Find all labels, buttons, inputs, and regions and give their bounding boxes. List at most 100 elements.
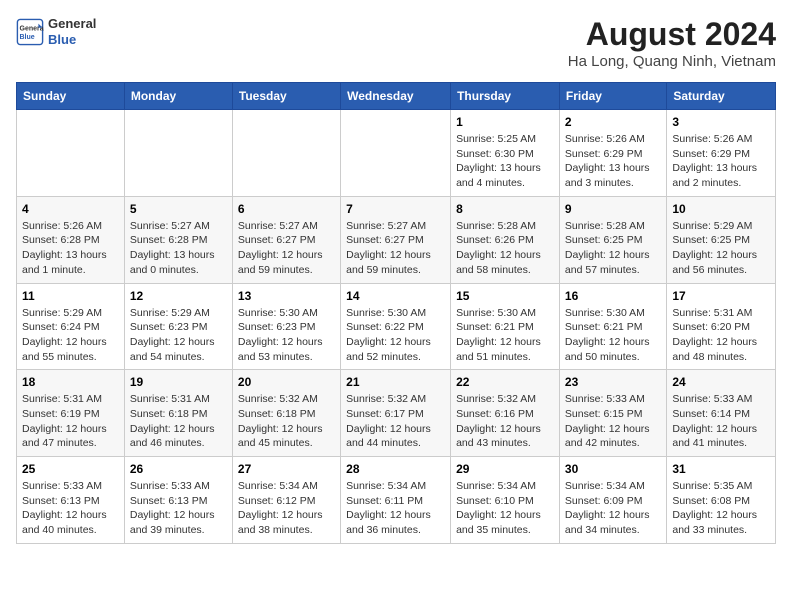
day-number: 28 — [346, 462, 445, 476]
calendar-cell: 28Sunrise: 5:34 AM Sunset: 6:11 PM Dayli… — [341, 457, 451, 544]
calendar-cell: 16Sunrise: 5:30 AM Sunset: 6:21 PM Dayli… — [559, 283, 666, 370]
calendar-cell: 20 Sunrise: 5:32 AM Sunset: 6:18 PM Dayli… — [232, 370, 340, 457]
header-wednesday: Wednesday — [341, 83, 451, 110]
day-detail: Sunrise: 5:31 AM Sunset: 6:19 PM Dayligh… — [22, 392, 119, 451]
day-number: 20 — [238, 375, 335, 389]
day-detail: Sunrise: 5:33 AM Sunset: 6:14 PM Dayligh… — [672, 392, 770, 451]
day-number: 30 — [565, 462, 661, 476]
calendar-cell: 5 Sunrise: 5:27 AM Sunset: 6:28 PM Daylig… — [124, 196, 232, 283]
day-detail: Sunrise: 5:29 AM Sunset: 6:24 PM Dayligh… — [22, 306, 119, 365]
day-detail: Sunrise: 5:32 AM Sunset: 6:17 PM Dayligh… — [346, 392, 445, 451]
calendar-cell — [17, 110, 125, 197]
month-title: August 2024 — [568, 16, 776, 53]
logo-blue: Blue — [48, 32, 96, 48]
day-number: 10 — [672, 202, 770, 216]
day-detail: Sunrise: 5:31 AM Sunset: 6:18 PM Dayligh… — [130, 392, 227, 451]
svg-text:Blue: Blue — [20, 34, 35, 41]
header-sunday: Sunday — [17, 83, 125, 110]
calendar-cell: 12 Sunrise: 5:29 AM Sunset: 6:23 PM Dayli… — [124, 283, 232, 370]
calendar-cell: 18Sunrise: 5:31 AM Sunset: 6:19 PM Dayli… — [17, 370, 125, 457]
calendar-cell: 4 Sunrise: 5:26 AM Sunset: 6:28 PM Daylig… — [17, 196, 125, 283]
day-detail: Sunrise: 5:27 AM Sunset: 6:27 PM Dayligh… — [346, 219, 445, 278]
day-number: 9 — [565, 202, 661, 216]
calendar-cell — [232, 110, 340, 197]
day-number: 5 — [130, 202, 227, 216]
calendar-cell: 26Sunrise: 5:33 AM Sunset: 6:13 PM Dayli… — [124, 457, 232, 544]
day-number: 23 — [565, 375, 661, 389]
header-monday: Monday — [124, 83, 232, 110]
week-row-2: 4 Sunrise: 5:26 AM Sunset: 6:28 PM Daylig… — [17, 196, 776, 283]
day-detail: Sunrise: 5:35 AM Sunset: 6:08 PM Dayligh… — [672, 479, 770, 538]
day-detail: Sunrise: 5:33 AM Sunset: 6:13 PM Dayligh… — [130, 479, 227, 538]
calendar: SundayMondayTuesdayWednesdayThursdayFrid… — [16, 82, 776, 544]
calendar-cell: 8Sunrise: 5:28 AM Sunset: 6:26 PM Daylig… — [451, 196, 560, 283]
day-detail: Sunrise: 5:31 AM Sunset: 6:20 PM Dayligh… — [672, 306, 770, 365]
day-number: 2 — [565, 115, 661, 129]
day-detail: Sunrise: 5:27 AM Sunset: 6:27 PM Dayligh… — [238, 219, 335, 278]
day-detail: Sunrise: 5:26 AM Sunset: 6:28 PM Dayligh… — [22, 219, 119, 278]
day-detail: Sunrise: 5:30 AM Sunset: 6:21 PM Dayligh… — [456, 306, 554, 365]
day-number: 6 — [238, 202, 335, 216]
day-detail: Sunrise: 5:27 AM Sunset: 6:28 PM Dayligh… — [130, 219, 227, 278]
day-number: 24 — [672, 375, 770, 389]
day-detail: Sunrise: 5:34 AM Sunset: 6:09 PM Dayligh… — [565, 479, 661, 538]
header-friday: Friday — [559, 83, 666, 110]
logo: General Blue General Blue — [16, 16, 96, 47]
header-thursday: Thursday — [451, 83, 560, 110]
calendar-cell — [341, 110, 451, 197]
day-detail: Sunrise: 5:33 AM Sunset: 6:15 PM Dayligh… — [565, 392, 661, 451]
day-detail: Sunrise: 5:32 AM Sunset: 6:18 PM Dayligh… — [238, 392, 335, 451]
day-detail: Sunrise: 5:33 AM Sunset: 6:13 PM Dayligh… — [22, 479, 119, 538]
day-detail: Sunrise: 5:29 AM Sunset: 6:23 PM Dayligh… — [130, 306, 227, 365]
day-detail: Sunrise: 5:30 AM Sunset: 6:22 PM Dayligh… — [346, 306, 445, 365]
day-detail: Sunrise: 5:30 AM Sunset: 6:21 PM Dayligh… — [565, 306, 661, 365]
day-number: 17 — [672, 289, 770, 303]
calendar-header-row: SundayMondayTuesdayWednesdayThursdayFrid… — [17, 83, 776, 110]
week-row-3: 11Sunrise: 5:29 AM Sunset: 6:24 PM Dayli… — [17, 283, 776, 370]
calendar-cell: 13 Sunrise: 5:30 AM Sunset: 6:23 PM Dayli… — [232, 283, 340, 370]
day-detail: Sunrise: 5:29 AM Sunset: 6:25 PM Dayligh… — [672, 219, 770, 278]
day-number: 3 — [672, 115, 770, 129]
logo-icon: General Blue — [16, 18, 44, 46]
calendar-cell: 2 Sunrise: 5:26 AM Sunset: 6:29 PM Daylig… — [559, 110, 666, 197]
day-detail: Sunrise: 5:26 AM Sunset: 6:29 PM Dayligh… — [565, 132, 661, 191]
day-number: 27 — [238, 462, 335, 476]
day-detail: Sunrise: 5:32 AM Sunset: 6:16 PM Dayligh… — [456, 392, 554, 451]
day-number: 1 — [456, 115, 554, 129]
week-row-4: 18Sunrise: 5:31 AM Sunset: 6:19 PM Dayli… — [17, 370, 776, 457]
calendar-cell: 27 Sunrise: 5:34 AM Sunset: 6:12 PM Dayli… — [232, 457, 340, 544]
day-number: 22 — [456, 375, 554, 389]
week-row-5: 25Sunrise: 5:33 AM Sunset: 6:13 PM Dayli… — [17, 457, 776, 544]
day-detail: Sunrise: 5:28 AM Sunset: 6:26 PM Dayligh… — [456, 219, 554, 278]
header-tuesday: Tuesday — [232, 83, 340, 110]
calendar-cell: 21 Sunrise: 5:32 AM Sunset: 6:17 PM Dayli… — [341, 370, 451, 457]
title-area: August 2024 Ha Long, Quang Ninh, Vietnam — [568, 16, 776, 70]
calendar-cell: 1 Sunrise: 5:25 AM Sunset: 6:30 PM Daylig… — [451, 110, 560, 197]
calendar-cell: 23 Sunrise: 5:33 AM Sunset: 6:15 PM Dayli… — [559, 370, 666, 457]
calendar-cell: 7 Sunrise: 5:27 AM Sunset: 6:27 PM Daylig… — [341, 196, 451, 283]
calendar-cell: 30 Sunrise: 5:34 AM Sunset: 6:09 PM Dayli… — [559, 457, 666, 544]
calendar-cell — [124, 110, 232, 197]
calendar-cell: 14Sunrise: 5:30 AM Sunset: 6:22 PM Dayli… — [341, 283, 451, 370]
day-number: 4 — [22, 202, 119, 216]
day-number: 13 — [238, 289, 335, 303]
day-detail: Sunrise: 5:28 AM Sunset: 6:25 PM Dayligh… — [565, 219, 661, 278]
day-number: 15 — [456, 289, 554, 303]
week-row-1: 1 Sunrise: 5:25 AM Sunset: 6:30 PM Daylig… — [17, 110, 776, 197]
logo-text: General Blue — [48, 16, 96, 47]
day-detail: Sunrise: 5:25 AM Sunset: 6:30 PM Dayligh… — [456, 132, 554, 191]
day-number: 7 — [346, 202, 445, 216]
calendar-cell: 19Sunrise: 5:31 AM Sunset: 6:18 PM Dayli… — [124, 370, 232, 457]
calendar-cell: 11Sunrise: 5:29 AM Sunset: 6:24 PM Dayli… — [17, 283, 125, 370]
day-detail: Sunrise: 5:34 AM Sunset: 6:12 PM Dayligh… — [238, 479, 335, 538]
calendar-cell: 17 Sunrise: 5:31 AM Sunset: 6:20 PM Dayli… — [667, 283, 776, 370]
calendar-cell: 31Sunrise: 5:35 AM Sunset: 6:08 PM Dayli… — [667, 457, 776, 544]
day-detail: Sunrise: 5:34 AM Sunset: 6:10 PM Dayligh… — [456, 479, 554, 538]
day-number: 21 — [346, 375, 445, 389]
calendar-cell: 10 Sunrise: 5:29 AM Sunset: 6:25 PM Dayli… — [667, 196, 776, 283]
day-number: 12 — [130, 289, 227, 303]
day-detail: Sunrise: 5:30 AM Sunset: 6:23 PM Dayligh… — [238, 306, 335, 365]
calendar-cell: 6 Sunrise: 5:27 AM Sunset: 6:27 PM Daylig… — [232, 196, 340, 283]
calendar-cell: 3Sunrise: 5:26 AM Sunset: 6:29 PM Daylig… — [667, 110, 776, 197]
header-saturday: Saturday — [667, 83, 776, 110]
